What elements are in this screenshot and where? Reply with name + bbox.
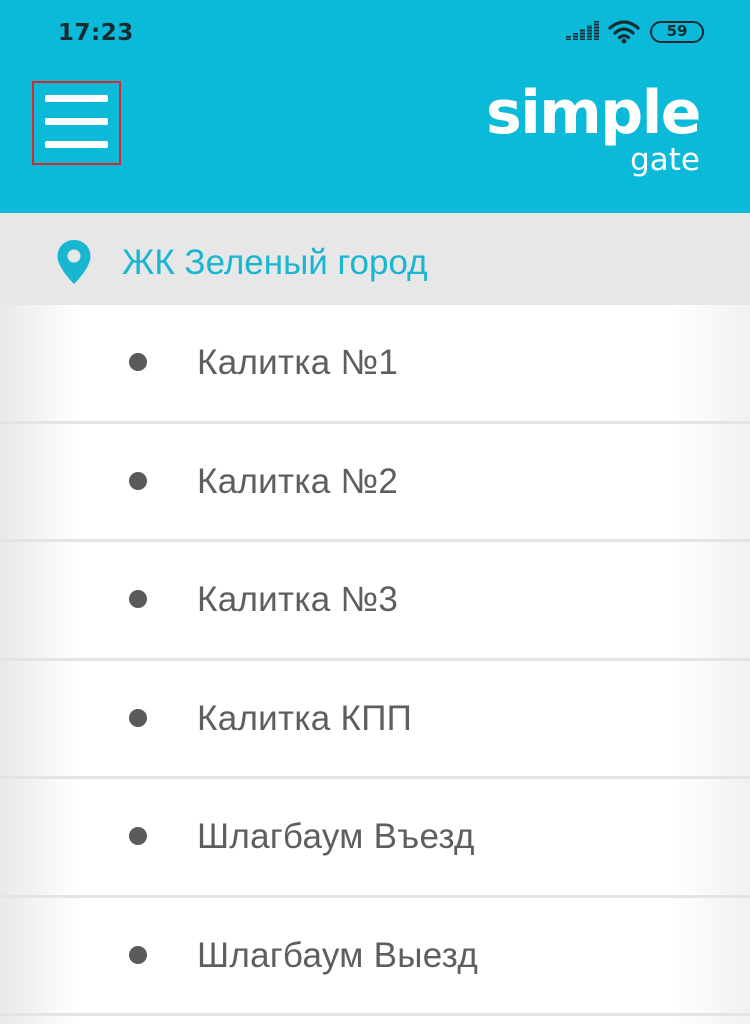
location-bar[interactable]: ЖК Зеленый город [0, 213, 750, 305]
battery-icon: 59 [650, 21, 704, 43]
bullet-icon [129, 353, 147, 371]
status-icons: 59 [566, 18, 726, 48]
wifi-icon [608, 20, 640, 44]
app-header: 17:23 59 simple gate [0, 0, 750, 213]
hamburger-menu-button[interactable] [32, 81, 121, 165]
bullet-icon [129, 590, 147, 608]
simple-gate-logo: simple gate [470, 78, 702, 182]
gate-item[interactable]: Калитка №1 [0, 305, 750, 424]
bullet-icon [129, 945, 147, 964]
logo-word-simple: simple [485, 78, 702, 148]
gate-item[interactable]: Шлагбаум Въезд [0, 779, 750, 898]
gate-label: Калитка №3 [197, 580, 399, 619]
gate-list: Калитка №1 Калитка №2 Калитка №3 Калитка… [0, 305, 750, 1024]
gate-item[interactable]: Калитка №2 [0, 424, 750, 542]
map-pin-icon [57, 240, 91, 284]
gate-item[interactable]: Калитка №3 [0, 542, 750, 661]
menu-line [45, 141, 108, 148]
bullet-icon [129, 708, 147, 727]
location-name: ЖК Зеленый город [122, 243, 428, 282]
bullet-icon [129, 827, 147, 845]
menu-line [45, 95, 108, 102]
menu-line [45, 118, 108, 125]
gate-label: Шлагбаум Выезд [197, 935, 479, 975]
gate-item[interactable]: Калитка КПП [0, 661, 750, 779]
battery-level: 59 [666, 22, 688, 40]
status-bar: 17:23 59 [0, 0, 750, 64]
bullet-icon [129, 471, 147, 490]
gate-label: Калитка КПП [197, 698, 413, 738]
gate-label: Калитка №2 [197, 461, 399, 501]
logo-word-gate: gate [630, 142, 700, 178]
gate-label: Калитка №1 [197, 343, 399, 382]
signal-icon [566, 21, 600, 40]
gate-item[interactable]: Шлагбаум Выезд [0, 898, 750, 1016]
gate-label: Шлагбаум Въезд [197, 817, 475, 856]
status-time: 17:23 [58, 20, 134, 46]
